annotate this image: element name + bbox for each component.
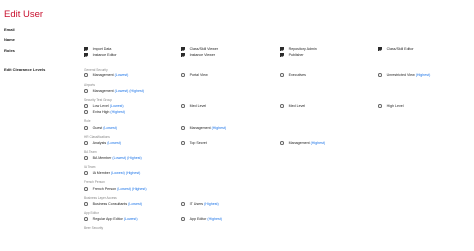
- radio[interactable]: [280, 104, 284, 108]
- radio[interactable]: [378, 104, 382, 108]
- radio[interactable]: [181, 73, 185, 77]
- radio[interactable]: [84, 89, 88, 93]
- group-title: Role: [84, 119, 91, 123]
- group-title: Airports: [84, 83, 95, 87]
- role-checkbox[interactable]: [181, 47, 185, 51]
- page-title: Edit User: [4, 9, 44, 20]
- email-label: Email: [4, 27, 15, 32]
- role-class-skill-editor[interactable]: Class/Skill Editor: [378, 47, 414, 51]
- clearance-levels-label: Edit Clearance Levels: [4, 67, 46, 72]
- radio[interactable]: [181, 141, 185, 145]
- roles-label: Roles: [4, 48, 15, 53]
- role-label: Publisher: [288, 53, 304, 57]
- role-label: Instance Editor: [92, 53, 117, 57]
- radio[interactable]: [280, 141, 284, 145]
- clearance-option[interactable]: IA Member (Lowest) (Highest): [84, 171, 140, 175]
- role-label: Repository Admin: [288, 47, 317, 51]
- radio[interactable]: [181, 126, 185, 130]
- radio[interactable]: [84, 73, 88, 77]
- group-title: French Person: [84, 180, 105, 184]
- group-title: BA Team: [84, 150, 97, 154]
- role-label: Class/Skill Viewer: [189, 47, 219, 51]
- role-checkbox[interactable]: [84, 47, 88, 51]
- radio[interactable]: [84, 202, 88, 206]
- clearance-option[interactable]: Management (Lowest) (Highest): [84, 89, 144, 93]
- role-label: Class/Skill Editor: [386, 47, 414, 51]
- radio[interactable]: [181, 202, 185, 206]
- radio[interactable]: [84, 187, 88, 191]
- role-checkbox[interactable]: [84, 53, 88, 57]
- radio[interactable]: [280, 73, 284, 77]
- radio[interactable]: [181, 217, 185, 221]
- role-publisher[interactable]: Publisher: [280, 53, 304, 57]
- radio[interactable]: [84, 156, 88, 160]
- role-instance-editor[interactable]: Instance Editor: [84, 53, 117, 57]
- clearance-option[interactable]: Portal View: [181, 73, 208, 77]
- clearance-option[interactable]: BA Member (Lowest) (Highest): [84, 156, 142, 160]
- clearance-option[interactable]: Management (Lowest): [84, 73, 128, 77]
- group-title: App Editor: [84, 211, 99, 215]
- role-label: Instance Viewer: [189, 53, 216, 57]
- group-title: Business Layer Access: [84, 196, 117, 200]
- group-title: Beer Security: [84, 226, 104, 230]
- clearance-option[interactable]: Med Level: [280, 104, 305, 108]
- radio[interactable]: [84, 171, 88, 175]
- role-instance-viewer[interactable]: Instance Viewer: [181, 53, 215, 57]
- role-checkbox[interactable]: [280, 53, 284, 57]
- clearance-option[interactable]: Analysts (Lowest): [84, 141, 121, 145]
- radio[interactable]: [378, 73, 382, 77]
- clearance-option[interactable]: High Level: [378, 104, 404, 108]
- role-import-data[interactable]: Import Data: [84, 47, 111, 51]
- clearance-option[interactable]: Low Level (Lowest): [84, 104, 124, 108]
- role-checkbox[interactable]: [280, 47, 284, 51]
- radio[interactable]: [84, 110, 88, 114]
- role-label: Import Data: [92, 47, 112, 51]
- clearance-option[interactable]: Management (Highest): [181, 126, 226, 130]
- clearance-option[interactable]: Med Level: [181, 104, 206, 108]
- name-label: Name: [4, 37, 15, 42]
- group-title: IA Team: [84, 165, 96, 169]
- clearance-option[interactable]: Top Secret: [181, 141, 207, 145]
- clearance-option[interactable]: Extra High (Highest): [84, 110, 125, 114]
- group-title: General Security: [84, 68, 108, 72]
- role-checkbox[interactable]: [181, 53, 185, 57]
- clearance-option[interactable]: Guest (Lowest): [84, 126, 117, 130]
- group-title: Security Test Group: [84, 98, 112, 102]
- radio[interactable]: [84, 104, 88, 108]
- group-title: HR Classifications: [84, 135, 110, 139]
- clearance-option[interactable]: Management (Highest): [280, 141, 325, 145]
- clearance-option[interactable]: Regular App Editor (Lowest): [84, 217, 138, 221]
- role-checkbox[interactable]: [378, 47, 382, 51]
- radio[interactable]: [84, 126, 88, 130]
- role-class-skill-viewer[interactable]: Class/Skill Viewer: [181, 47, 218, 51]
- clearance-option[interactable]: French Person (Lowest) (Highest): [84, 187, 147, 191]
- radio[interactable]: [84, 141, 88, 145]
- radio[interactable]: [84, 217, 88, 221]
- radio[interactable]: [181, 104, 185, 108]
- clearance-option[interactable]: IT Users (Highest): [181, 202, 219, 206]
- clearance-option[interactable]: Executives: [280, 73, 306, 77]
- clearance-option[interactable]: App Editor (Highest): [181, 217, 222, 221]
- role-repository-admin[interactable]: Repository Admin: [280, 47, 317, 51]
- clearance-option[interactable]: Business Consultants (Lowest): [84, 202, 142, 206]
- clearance-option[interactable]: Unrestricted View (Highest): [378, 73, 430, 77]
